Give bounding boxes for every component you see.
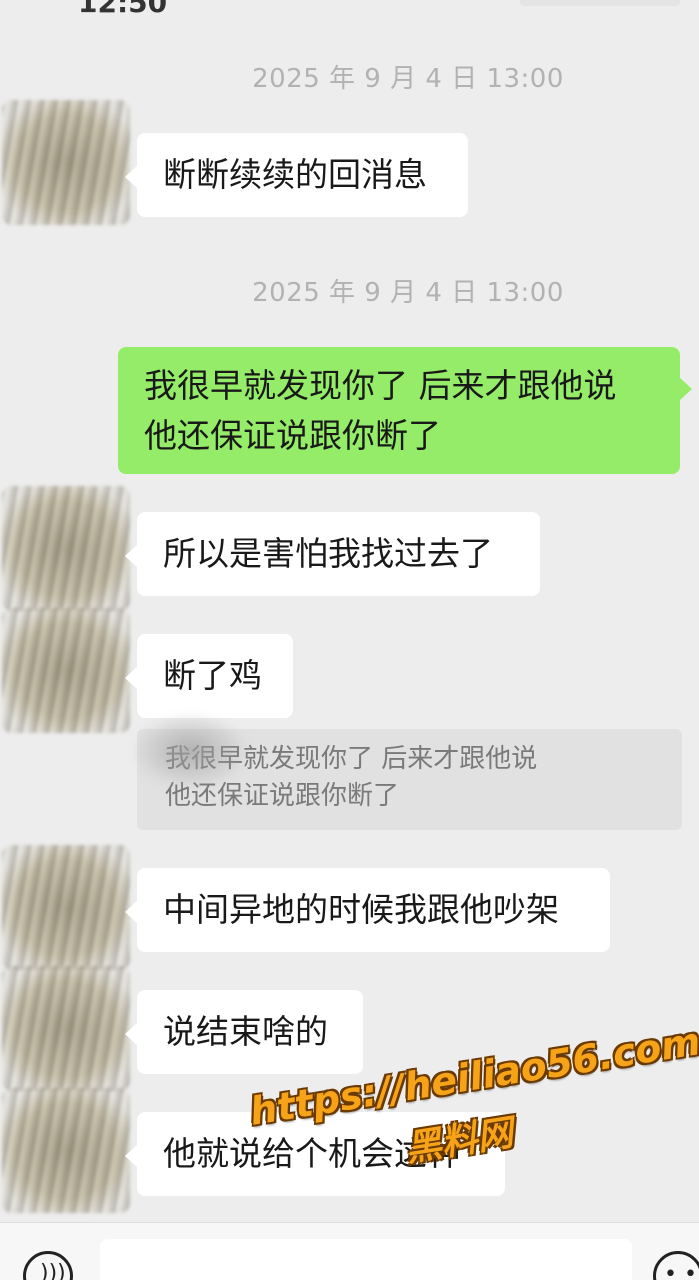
message-timestamp: 2025 年 9 月 4 日 13:00 (252, 64, 564, 94)
message-timestamp: 2025 年 9 月 4 日 13:00 (252, 278, 564, 308)
message-text: 他就说给个机会这种 (163, 1134, 460, 1173)
status-bar: 12:50 (0, 0, 699, 19)
quoted-sender-redaction (130, 712, 250, 790)
contact-avatar[interactable] (2, 608, 130, 733)
outgoing-message-bubble[interactable]: 我很早就发现你了 后来才跟他说 他还保证说跟你断了 (118, 347, 692, 474)
incoming-message-bubble[interactable]: 断了鸡 (125, 634, 293, 718)
message-text: 断了鸡 (163, 656, 262, 695)
message-text-line: 我很早就发现你了 后来才跟他说 (144, 366, 617, 405)
emoji-button[interactable]: • • (653, 1251, 699, 1280)
message-text: 中间异地的时候我跟他吵架 (163, 890, 559, 929)
incoming-message-bubble[interactable]: 所以是害怕我找过去了 (125, 512, 540, 596)
message-text: 说结束啥的 (163, 1012, 328, 1051)
message-text: 所以是害怕我找过去了 (163, 534, 493, 573)
message-input[interactable] (100, 1239, 632, 1280)
chat-input-bar: ))) • • (0, 1222, 699, 1280)
quoted-text-line: 他还保证说跟你断了 (165, 781, 400, 811)
incoming-message-bubble[interactable]: 中间异地的时候我跟他吵架 (125, 868, 610, 952)
emoji-icon: • • (664, 1262, 697, 1280)
voice-button[interactable]: ))) (23, 1251, 73, 1280)
incoming-message-bubble[interactable]: 说结束啥的 (125, 990, 363, 1074)
contact-avatar[interactable] (2, 966, 130, 1091)
contact-avatar[interactable] (2, 845, 130, 970)
contact-avatar[interactable] (2, 100, 130, 225)
message-text: 断断续续的回消息 (163, 155, 427, 194)
incoming-message-bubble[interactable]: 他就说给个机会这种 (125, 1112, 505, 1196)
message-text-line: 他还保证说跟你断了 (144, 416, 441, 455)
contact-avatar[interactable] (2, 1088, 130, 1213)
status-time: 12:50 (78, 0, 168, 19)
chat-screen: 12:50 2025 年 9 月 4 日 13:00 断断续续的回消息 2025… (0, 0, 699, 1280)
status-icons (520, 0, 680, 6)
contact-avatar[interactable] (2, 486, 130, 611)
incoming-message-bubble[interactable]: 断断续续的回消息 (125, 133, 468, 217)
voice-icon: ))) (40, 1261, 66, 1280)
